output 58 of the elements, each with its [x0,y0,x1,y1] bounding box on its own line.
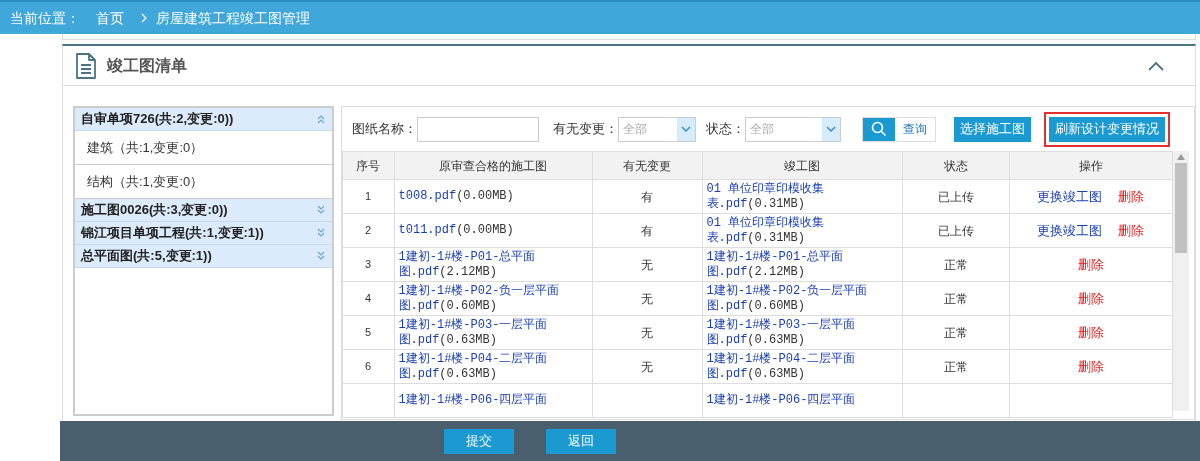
delete-link[interactable]: 删除 [1077,254,1104,275]
delete-link[interactable]: 删除 [1077,288,1104,309]
chevron-up-icon[interactable] [1147,60,1165,71]
delete-link[interactable]: 删除 [1118,220,1145,241]
table-cell: 1 [342,179,395,214]
column-header: 序号 [342,151,395,180]
filter-label: 图纸名称： [351,120,417,139]
name-input-field[interactable] [416,116,539,142]
column-header: 竣工图 [702,151,903,180]
table-cell: 4 [342,281,395,316]
column-header: 状态 [902,151,1010,180]
column-header: 原审查合格的施工图 [394,151,593,180]
double-chevron-down-icon[interactable] [315,228,326,238]
table-cell: 正常 [902,315,1010,350]
filter-label: 状态： [705,120,745,139]
table-cell: 6 [342,349,395,384]
table-cell: 正常 [902,349,1010,384]
document-icon [75,51,97,80]
table-cell: 已上传 [902,213,1010,248]
group-header[interactable]: 自审单项726(共:2,变更:0)) [75,108,332,131]
double-chevron-up-icon[interactable] [315,114,326,124]
chevron-right-icon [140,12,148,24]
group-label: 施工图0026(共:3,变更:0)) [81,201,228,220]
table-cell: 3 [342,247,395,282]
table-cell: 无 [592,349,703,384]
replace-link[interactable]: 更换竣工图 [1037,186,1103,207]
delete-link[interactable]: 删除 [1077,356,1104,377]
table-cell: 无 [592,247,703,282]
group-header[interactable]: 锦江项目单项工程(共:1,变更:1)) [75,222,332,245]
table-cell: 有 [592,213,703,248]
double-chevron-down-icon[interactable] [315,251,326,261]
group-label: 锦江项目单项工程(共:1,变更:1)) [81,224,264,243]
table-cell: 有 [592,179,703,214]
filter-label: 有无变更： [552,120,618,139]
table-cell: 无 [592,281,703,316]
table-cell: 5 [342,315,395,350]
table-cell: 无 [592,315,703,350]
table-cell: 2 [342,213,395,248]
delete-link[interactable]: 删除 [1077,322,1104,343]
chevron-down-icon [680,126,691,132]
chevron-down-icon [825,126,836,132]
table-cell: 已上传 [902,179,1010,214]
scroll-up-icon [1176,154,1185,160]
group-header[interactable]: 施工图0026(共:3,变更:0)) [75,199,332,222]
column-header: 操作 [1009,151,1173,180]
column-header: 有无变更 [592,151,703,180]
table-cell: 正常 [902,281,1010,316]
delete-link[interactable]: 删除 [1118,186,1145,207]
search-icon [870,121,887,137]
group-header[interactable]: 总平面图(共:5,变更:1)) [75,245,332,268]
group-label: 自审单项726(共:2,变更:0)) [81,110,234,129]
replace-link[interactable]: 更换竣工图 [1037,220,1103,241]
double-chevron-down-icon[interactable] [315,205,326,215]
table-cell: 正常 [902,247,1010,282]
panel-title: 竣工图清单 [107,55,187,76]
breadcrumb-label: 当前位置： [10,8,80,28]
search-button[interactable]: 查询 [861,116,936,142]
group-label: 总平面图(共:5,变更:1)) [81,247,212,266]
